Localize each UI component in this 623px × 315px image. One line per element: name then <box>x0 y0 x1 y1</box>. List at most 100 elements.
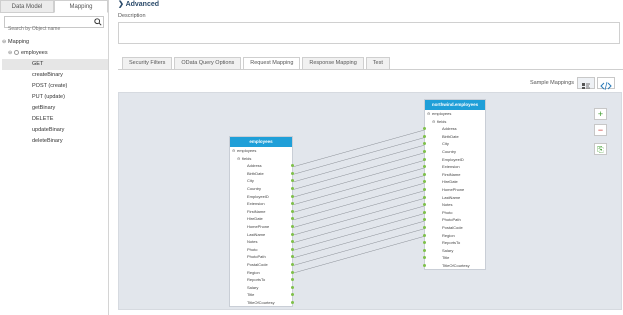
connector-dot[interactable] <box>423 134 426 138</box>
target-field[interactable]: LastName <box>423 194 485 202</box>
connector-dot[interactable] <box>423 233 426 237</box>
source-field[interactable]: PostalCode <box>230 261 294 269</box>
connector-dot[interactable] <box>291 209 294 213</box>
target-field[interactable]: Photo <box>423 209 485 217</box>
connector-dot[interactable] <box>291 300 294 304</box>
mapping-connection-line[interactable] <box>293 137 426 175</box>
target-node-group[interactable]: ⊖ fields <box>425 118 485 126</box>
source-field[interactable]: PhotoPath <box>230 253 294 261</box>
connector-dot[interactable] <box>423 195 426 199</box>
mapping-connection-line[interactable] <box>293 212 426 251</box>
connector-dot[interactable] <box>291 285 294 289</box>
connector-dot[interactable] <box>423 180 426 184</box>
connector-dot[interactable] <box>423 218 426 222</box>
connector-dot[interactable] <box>423 187 426 191</box>
source-node-group[interactable]: ⊖ fields <box>230 155 292 163</box>
tree-op-get[interactable]: GET <box>2 59 108 70</box>
tree-op-createbinary[interactable]: createBinary <box>2 70 108 81</box>
tree-object-employees[interactable]: ⊖ employees <box>2 48 108 59</box>
connector-dot[interactable] <box>423 248 426 252</box>
source-node-employees[interactable]: employees ⊖ employees ⊖ fields Address Birt… <box>229 136 294 308</box>
mapping-connection-line[interactable] <box>293 190 426 228</box>
mapping-connection-line[interactable] <box>293 167 426 205</box>
connector-dot[interactable] <box>291 270 294 274</box>
connector-dot[interactable] <box>291 171 294 175</box>
mapping-connection-line[interactable] <box>293 197 426 236</box>
source-field[interactable]: HireDate <box>230 215 294 223</box>
code-view-button[interactable] <box>597 77 615 91</box>
target-field[interactable]: TitleOfCourtesy <box>423 262 485 270</box>
mapping-connection-line[interactable] <box>293 220 426 259</box>
tree-op-deletebinary[interactable]: deleteBinary <box>2 136 108 147</box>
connector-dot[interactable] <box>291 247 294 251</box>
mapping-connection-line[interactable] <box>293 235 426 274</box>
source-field[interactable]: Address <box>230 162 294 170</box>
source-field[interactable]: EmployeeID <box>230 193 294 201</box>
connector-dot[interactable] <box>423 241 426 245</box>
connector-dot[interactable] <box>291 186 294 190</box>
source-field[interactable]: Salary <box>230 284 294 292</box>
target-field[interactable]: ReportsTo <box>423 239 485 247</box>
source-field[interactable]: Photo <box>230 246 294 254</box>
target-field[interactable]: EmployeeID <box>423 156 485 164</box>
target-field[interactable]: Address <box>423 125 485 133</box>
source-field[interactable]: Notes <box>230 238 294 246</box>
connector-dot[interactable] <box>291 224 294 228</box>
connector-dot[interactable] <box>423 149 426 153</box>
target-field[interactable]: Region <box>423 232 485 240</box>
source-field[interactable]: Region <box>230 269 294 277</box>
zoom-in-button[interactable]: + <box>594 108 607 120</box>
target-field[interactable]: PostalCode <box>423 224 485 232</box>
advanced-toggle[interactable]: ❯ Advanced <box>118 0 159 8</box>
mapping-connection-line[interactable] <box>293 205 426 243</box>
target-field[interactable]: Notes <box>423 201 485 209</box>
connector-dot[interactable] <box>423 210 426 214</box>
source-field[interactable]: TitleOfCourtesy <box>230 299 294 307</box>
mapping-connection-line[interactable] <box>293 228 426 266</box>
source-field[interactable]: Title <box>230 291 294 299</box>
mapping-canvas[interactable]: employees ⊖ employees ⊖ fields Address Birt… <box>118 92 622 310</box>
target-node-northwind-employees[interactable]: northwind.employees ⊖ employees ⊖ fields A… <box>423 99 486 271</box>
mapping-connection-line[interactable] <box>293 175 426 213</box>
source-field[interactable]: FirstName <box>230 208 294 216</box>
target-field[interactable]: Country <box>423 148 485 156</box>
mapping-connection-line[interactable] <box>293 182 426 221</box>
connector-dot[interactable] <box>423 203 426 207</box>
tab-data-model[interactable]: Data Model <box>0 0 54 13</box>
tab-mapping[interactable]: Mapping <box>54 0 108 13</box>
source-field[interactable]: BirthDate <box>230 170 294 178</box>
tree-op-delete[interactable]: DELETE <box>2 114 108 125</box>
connector-dot[interactable] <box>423 157 426 161</box>
mapping-connection-line[interactable] <box>293 129 426 167</box>
connector-dot[interactable] <box>423 225 426 229</box>
search-input[interactable] <box>5 24 90 34</box>
tree-op-put[interactable]: PUT (update) <box>2 92 108 103</box>
source-field[interactable]: ReportsTo <box>230 276 294 284</box>
connector-dot[interactable] <box>423 172 426 176</box>
target-node-root[interactable]: ⊖ employees <box>425 110 485 118</box>
copy-button[interactable]: ⎘ <box>594 143 607 155</box>
target-field[interactable]: BirthDate <box>423 133 485 141</box>
target-field[interactable]: City <box>423 140 485 148</box>
connector-dot[interactable] <box>291 194 294 198</box>
source-field[interactable]: HomePhone <box>230 223 294 231</box>
search-icon[interactable] <box>94 18 102 26</box>
connector-dot[interactable] <box>423 165 426 169</box>
connector-dot[interactable] <box>291 232 294 236</box>
source-field[interactable]: City <box>230 177 294 185</box>
tree-op-getbinary[interactable]: getBinary <box>2 103 108 114</box>
target-field[interactable]: PhotoPath <box>423 216 485 224</box>
source-node-root[interactable]: ⊖ employees <box>230 147 292 155</box>
zoom-out-button[interactable]: − <box>594 124 607 136</box>
target-field[interactable]: FirstName <box>423 171 485 179</box>
target-field[interactable]: Extension <box>423 163 485 171</box>
connector-dot[interactable] <box>291 262 294 266</box>
target-field[interactable]: HireDate <box>423 178 485 186</box>
tree-op-updatebinary[interactable]: updateBinary <box>2 125 108 136</box>
collapse-icon[interactable]: ⊖ <box>8 48 14 59</box>
tree-op-post[interactable]: POST (create) <box>2 81 108 92</box>
target-field[interactable]: Salary <box>423 247 485 255</box>
source-field[interactable]: Extension <box>230 200 294 208</box>
tree-root-mapping[interactable]: ⊖ Mapping <box>2 37 108 48</box>
target-field[interactable]: Title <box>423 254 485 262</box>
